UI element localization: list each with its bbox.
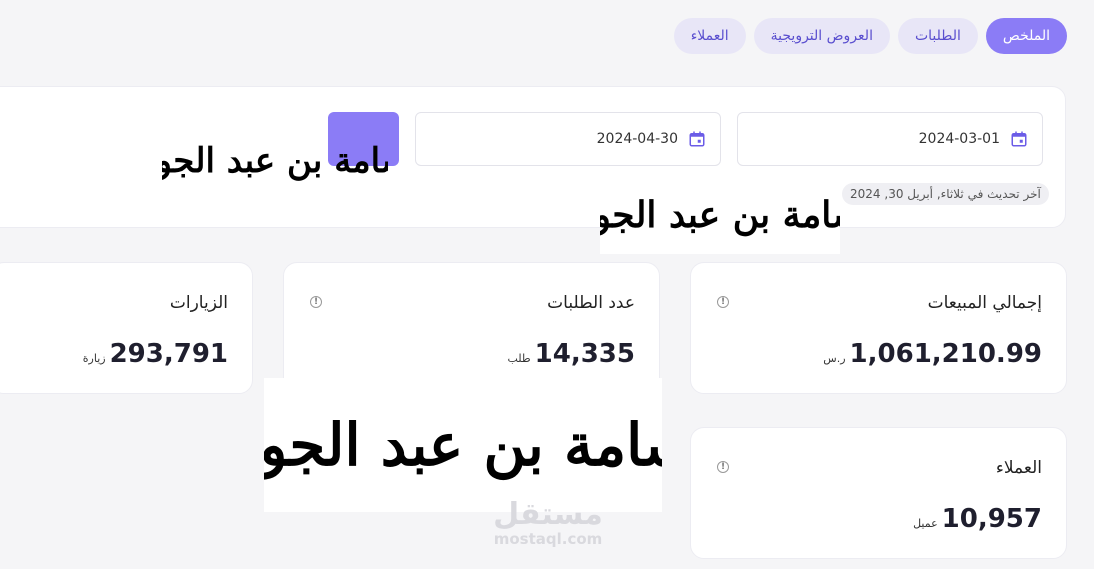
stat-card-orders: عدد الطلبات ! 14,335 طلب — [283, 262, 660, 394]
stat-unit: عميل — [913, 517, 938, 530]
stat-title: عدد الطلبات — [547, 293, 635, 313]
tab-promotions[interactable]: العروض الترويجية — [753, 18, 890, 54]
end-date-input[interactable]: 2024-04-30 — [415, 112, 721, 166]
last-updated-badge: آخر تحديث في ثلاثاء, أبريل 30, 2024 — [842, 183, 1049, 205]
tab-summary[interactable]: الملخص — [985, 18, 1067, 54]
stat-title: إجمالي المبيعات — [927, 293, 1042, 313]
info-icon[interactable]: ! — [310, 296, 322, 308]
stat-card-visits: الزيارات 293,791 زيارة — [0, 262, 253, 394]
stat-card-sales: إجمالي المبيعات ! 1,061,210.99 ر.س — [690, 262, 1067, 394]
stat-unit: زيارة — [82, 352, 106, 365]
stat-value-row: 10,957 عميل — [913, 504, 1042, 534]
stat-value: 1,061,210.99 — [849, 339, 1042, 369]
watermark-arabic: مستقل — [493, 497, 603, 532]
tab-customers[interactable]: العملاء — [673, 18, 746, 54]
start-date-input[interactable]: 2024-03-01 — [737, 112, 1043, 166]
stat-value-row: 1,061,210.99 ر.س — [823, 339, 1042, 369]
stat-title: الزيارات — [169, 293, 228, 313]
stat-unit: ر.س — [823, 352, 846, 365]
stat-unit: طلب — [507, 352, 531, 365]
end-date-value: 2024-04-30 — [596, 131, 678, 147]
info-icon[interactable]: ! — [717, 296, 729, 308]
start-date-value: 2024-03-01 — [918, 131, 1000, 147]
tab-bar: الملخص الطلبات العروض الترويجية العملاء — [673, 18, 1067, 54]
stat-value-row: 293,791 زيارة — [83, 339, 228, 369]
stat-value: 293,791 — [109, 339, 228, 369]
calendar-icon[interactable] — [688, 130, 706, 148]
tab-orders[interactable]: الطلبات — [897, 18, 978, 54]
date-filter-panel: 2024-03-01 2024-04-30 آخر تحديث في ثلاثا… — [0, 86, 1066, 228]
stat-title: العملاء — [995, 458, 1042, 478]
calendar-icon[interactable] — [1010, 130, 1028, 148]
stat-value: 14,335 — [534, 339, 635, 369]
site-watermark: مستقل mostaql.com — [480, 497, 616, 549]
stat-card-customers: العملاء ! 10,957 عميل — [690, 427, 1067, 559]
calligraphy-overlay: أسامة بن عبد الجواد — [264, 378, 662, 512]
info-icon[interactable]: ! — [717, 461, 729, 473]
calligraphy-overlay: أسامة بن عبد الجواد — [162, 141, 388, 181]
stat-value: 10,957 — [941, 504, 1042, 534]
stat-value-row: 14,335 طلب — [507, 339, 635, 369]
calligraphy-overlay: أسامة بن عبد الجواد — [600, 176, 840, 254]
watermark-url: mostaql.com — [493, 530, 603, 548]
